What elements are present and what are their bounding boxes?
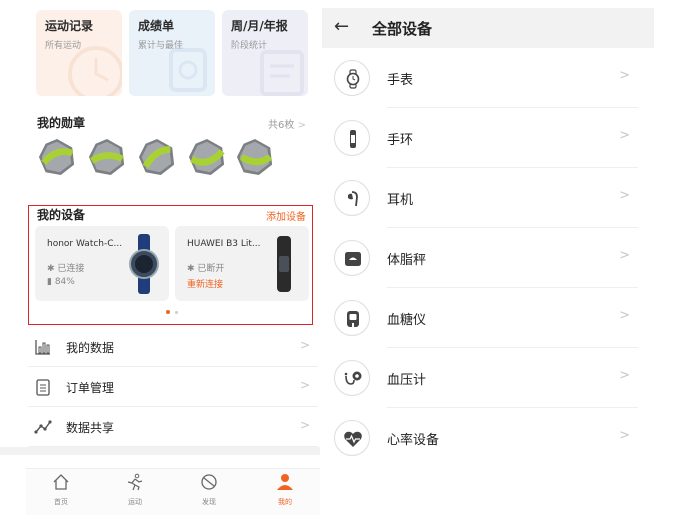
- chevron-right-icon: >: [619, 68, 630, 83]
- device-type-blood-pressure[interactable]: 血压计 >: [334, 348, 638, 408]
- profile-panel: 运动记录 所有运动 成绩单 累计与最佳 周/月/年报 阶段统计 我的勋章 共6枚…: [0, 0, 320, 515]
- chevron-right-icon: >: [619, 308, 630, 323]
- tab-label: 发现: [202, 498, 216, 506]
- medals-count-text: 共6枚: [268, 120, 295, 131]
- device-type-label: 手表: [387, 73, 414, 88]
- device-type-earphone[interactable]: 耳机 >: [334, 168, 638, 228]
- section-divider: [0, 447, 320, 455]
- medals-count[interactable]: 共6枚 >: [268, 116, 306, 131]
- menu-data-sharing[interactable]: 数据共享 >: [28, 407, 318, 447]
- medal-icon[interactable]: [188, 138, 226, 176]
- connection-status: ✱ 已连接: [47, 261, 84, 274]
- run-icon: [127, 473, 143, 491]
- chevron-right-icon: >: [299, 338, 310, 352]
- device-type-heart-rate[interactable]: 心率设备 >: [334, 408, 638, 468]
- page-title: 全部设备: [372, 20, 433, 38]
- blood-pressure-icon: [334, 360, 370, 396]
- bluetooth-off-icon: ✱: [187, 264, 195, 274]
- periodic-report-card[interactable]: 周/月/年报 阶段统计: [222, 10, 308, 96]
- chevron-right-icon: >: [619, 368, 630, 383]
- status-text: 已断开: [197, 264, 225, 274]
- menu-orders[interactable]: 订单管理 >: [28, 367, 318, 407]
- medal-icon[interactable]: [88, 138, 126, 176]
- battery-status: ▮ 84%: [47, 277, 75, 287]
- devices-title: 我的设备: [37, 208, 86, 222]
- all-devices-panel: ← 全部设备 手表 > 手环 > 耳机 > 体脂秤 > 血糖仪 > 血压计 > …: [320, 0, 680, 515]
- menu-label: 数据共享: [66, 421, 115, 435]
- device-name: honor Watch-C...: [47, 239, 123, 249]
- scale-icon: [334, 240, 370, 276]
- device-type-label: 耳机: [387, 193, 414, 208]
- device-type-label: 手环: [387, 133, 414, 148]
- device-type-label: 体脂秤: [387, 253, 427, 268]
- tab-me[interactable]: 我的: [260, 473, 310, 507]
- chevron-right-icon: >: [619, 248, 630, 263]
- scoreboard-card[interactable]: 成绩单 累计与最佳: [129, 10, 215, 96]
- medals-title: 我的勋章: [37, 116, 86, 130]
- chevron-right-icon: >: [619, 188, 630, 203]
- tab-home[interactable]: 首页: [36, 473, 86, 507]
- bluetooth-icon: ✱: [47, 264, 55, 274]
- header-bar: ← 全部设备: [322, 8, 654, 48]
- band-icon: [334, 120, 370, 156]
- exercise-record-card[interactable]: 运动记录 所有运动: [36, 10, 122, 96]
- my-devices-section: 我的设备 添加设备 honor Watch-C... ✱ 已连接 ▮ 84% H…: [28, 205, 313, 325]
- medal-icon[interactable]: [236, 138, 274, 176]
- battery-text: 84%: [54, 277, 75, 287]
- medal-icon[interactable]: [38, 138, 76, 176]
- device-name: HUAWEI B3 Lit...: [187, 239, 261, 249]
- back-arrow-icon[interactable]: ←: [334, 16, 349, 37]
- band-image: [277, 236, 291, 292]
- menu-label: 我的数据: [66, 341, 115, 355]
- person-icon: [277, 474, 293, 490]
- device-type-glucose-meter[interactable]: 血糖仪 >: [334, 288, 638, 348]
- tab-label: 首页: [54, 498, 68, 506]
- menu-my-data[interactable]: 我的数据 >: [28, 327, 318, 367]
- watch-icon: [334, 60, 370, 96]
- device-type-label: 血压计: [387, 373, 427, 388]
- watch-image: [129, 234, 159, 294]
- reconnect-button[interactable]: 重新连接: [187, 277, 223, 290]
- tab-label: 我的: [278, 498, 292, 506]
- device-type-label: 心率设备: [387, 433, 440, 448]
- device-type-watch[interactable]: 手表 >: [334, 48, 638, 108]
- discover-icon: [201, 474, 217, 490]
- earphone-icon: [334, 180, 370, 216]
- device-card-band[interactable]: HUAWEI B3 Lit... ✱ 已断开 重新连接: [175, 226, 309, 301]
- device-card-watch[interactable]: honor Watch-C... ✱ 已连接 ▮ 84%: [35, 226, 169, 301]
- card-title: 运动记录: [45, 19, 94, 33]
- bottom-tab-bar: 首页 运动 发现 我的: [26, 468, 320, 515]
- connection-status: ✱ 已断开: [187, 261, 224, 274]
- battery-icon: ▮: [47, 277, 52, 287]
- page-dot-active: [166, 310, 170, 314]
- chevron-right-icon: >: [297, 120, 306, 131]
- card-title: 成绩单: [138, 19, 175, 33]
- card-title: 周/月/年报: [231, 19, 288, 33]
- device-type-band[interactable]: 手环 >: [334, 108, 638, 168]
- heart-rate-icon: [334, 420, 370, 456]
- home-icon: [53, 474, 69, 490]
- chevron-right-icon: >: [619, 428, 630, 443]
- medal-icon[interactable]: [138, 138, 176, 176]
- tab-label: 运动: [128, 498, 142, 506]
- tab-discover[interactable]: 发现: [184, 473, 234, 507]
- trophy-icon: [169, 48, 207, 92]
- chevron-right-icon: >: [619, 128, 630, 143]
- page-dot: [175, 311, 178, 314]
- clipboard-icon: [36, 379, 50, 396]
- device-type-scale[interactable]: 体脂秤 >: [334, 228, 638, 288]
- status-text: 已连接: [57, 264, 85, 274]
- device-type-label: 血糖仪: [387, 313, 427, 328]
- menu-label: 订单管理: [66, 381, 115, 395]
- bar-chart-icon: [35, 340, 50, 355]
- tab-sport[interactable]: 运动: [110, 473, 160, 507]
- chevron-right-icon: >: [299, 418, 310, 432]
- report-icon: [260, 50, 304, 96]
- glucose-meter-icon: [334, 300, 370, 336]
- clock-icon: [68, 46, 122, 96]
- add-device-button[interactable]: 添加设备: [266, 208, 306, 223]
- chevron-right-icon: >: [299, 378, 310, 392]
- share-graph-icon: [34, 420, 52, 434]
